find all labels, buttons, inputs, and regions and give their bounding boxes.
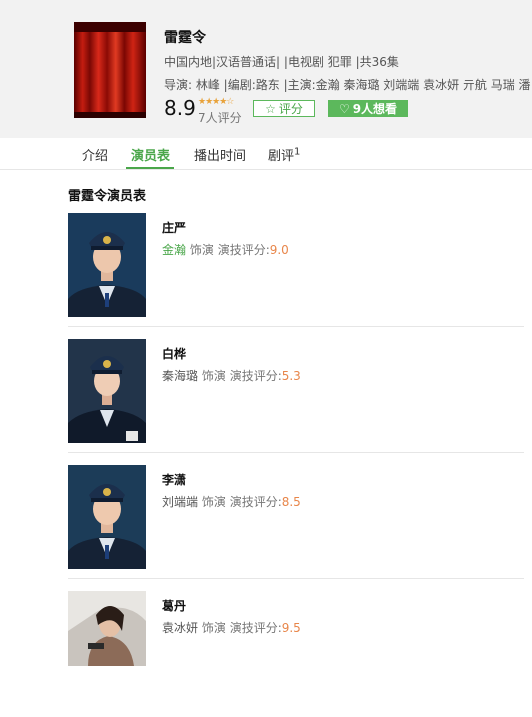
actor-name[interactable]: 袁冰妍	[162, 621, 198, 635]
tab-airtime[interactable]: 播出时间	[194, 145, 246, 164]
acting-score-label: 演技评分:	[229, 495, 282, 509]
divider	[68, 452, 524, 453]
show-meta-credits: 导演: 林峰 |编剧:路东 |主演:金瀚 秦海璐 刘端端 袁冰妍 亓航 马瑞 潘	[164, 78, 531, 92]
played-label: 饰演	[201, 621, 226, 635]
actor-info: 秦海璐 饰演 演技评分:5.3	[162, 367, 301, 384]
cast-section-title: 雷霆令演员表	[68, 189, 147, 204]
actor-photo[interactable]	[68, 591, 146, 695]
actor-photo[interactable]	[68, 465, 146, 569]
actor-name[interactable]: 金瀚	[162, 243, 186, 257]
tab-intro[interactable]: 介绍	[82, 145, 108, 164]
acting-score: 9.5	[281, 621, 301, 635]
acting-score-label: 演技评分:	[217, 243, 270, 257]
played-label: 饰演	[201, 369, 226, 383]
tab-reviews[interactable]: 剧评1	[268, 145, 300, 164]
review-count-badge: 1	[294, 146, 301, 158]
cast-item: 李潇 刘端端 饰演 演技评分:8.5	[68, 465, 524, 591]
actor-info: 袁冰妍 饰演 演技评分:9.5	[162, 619, 301, 636]
star-outline-icon: ☆	[265, 101, 276, 116]
show-title[interactable]: 雷霆令	[164, 27, 206, 47]
actor-name[interactable]: 刘端端	[162, 495, 198, 509]
role-name[interactable]: 庄严	[162, 219, 186, 236]
role-name[interactable]: 李潇	[162, 471, 186, 488]
acting-score-label: 演技评分:	[229, 369, 282, 383]
role-name[interactable]: 葛丹	[162, 597, 186, 614]
show-poster[interactable]	[74, 22, 146, 118]
show-header: 雷霆令 中国内地|汉语普通话| |电视剧 犯罪 |共36集 导演: 林峰 |编剧…	[0, 0, 532, 138]
active-tab-indicator	[126, 167, 174, 169]
vote-count[interactable]: 7人评分	[198, 109, 242, 126]
want-button-label: 9人想看	[352, 102, 398, 116]
actor-photo[interactable]	[68, 213, 146, 317]
actor-name[interactable]: 秦海璐	[162, 369, 198, 383]
acting-score-label: 演技评分:	[229, 621, 282, 635]
played-label: 饰演	[201, 495, 226, 509]
want-to-watch-button[interactable]: ♡ 9人想看	[328, 100, 408, 117]
heart-outline-icon: ♡	[338, 101, 350, 116]
played-label: 饰演	[189, 243, 214, 257]
cast-item: 白桦 秦海璐 饰演 演技评分:5.3	[68, 339, 524, 465]
tab-reviews-label: 剧评	[268, 149, 295, 164]
rate-button[interactable]: ☆ 评分	[253, 100, 315, 117]
rating-stars: ★★★★☆	[198, 97, 234, 107]
rate-button-label: 评分	[278, 102, 303, 116]
actor-info: 刘端端 饰演 演技评分:8.5	[162, 493, 301, 510]
actor-info: 金瀚 饰演 演技评分:9.0	[162, 241, 289, 258]
divider	[68, 326, 524, 327]
acting-score: 8.5	[281, 495, 301, 509]
show-score: 8.9	[164, 96, 196, 120]
show-meta-genre: 中国内地|汉语普通话| |电视剧 犯罪 |共36集	[164, 55, 399, 69]
acting-score: 9.0	[269, 243, 289, 257]
tab-bar: 介绍 演员表 播出时间 剧评1	[0, 138, 532, 170]
divider	[68, 578, 524, 579]
tab-cast[interactable]: 演员表	[131, 145, 170, 164]
role-name[interactable]: 白桦	[162, 345, 186, 362]
cast-item: 葛丹 袁冰妍 饰演 演技评分:9.5	[68, 591, 524, 717]
cast-item: 庄严 金瀚 饰演 演技评分:9.0	[68, 213, 524, 339]
actor-photo[interactable]	[68, 339, 146, 443]
acting-score: 5.3	[281, 369, 301, 383]
